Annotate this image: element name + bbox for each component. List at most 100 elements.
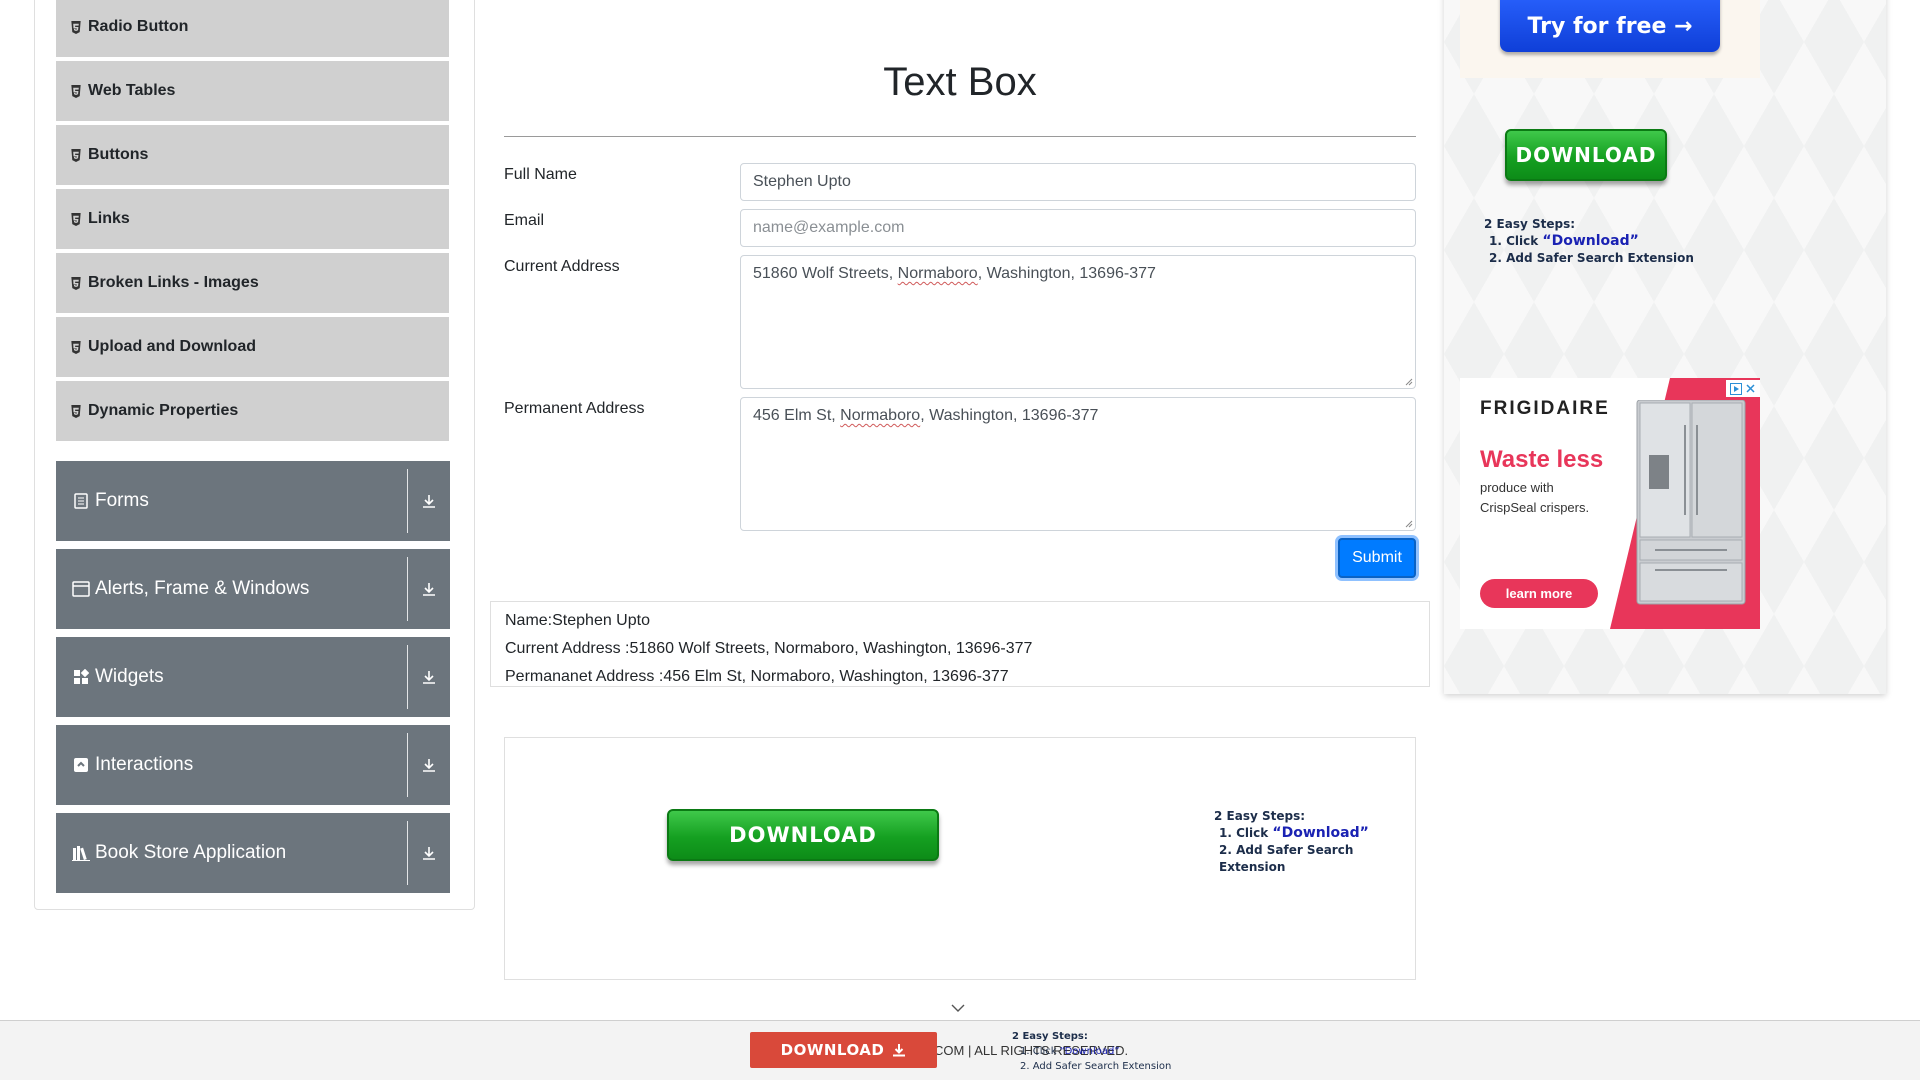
sidebar-item-label: Radio Button [88,18,189,35]
page-title: Text Box [883,60,1037,104]
output-name: Name:Stephen Upto [505,612,650,629]
document-icon [72,492,90,510]
html5-icon [71,404,81,418]
right-ad-steps: 2 Easy Steps: 1. Click “Download” 2. Add… [1484,216,1694,267]
ad-headline: Waste less [1480,446,1604,473]
sidebar-item-label: Upload and Download [88,338,256,355]
close-icon[interactable] [1745,383,1756,394]
sidebar-item-buttons[interactable]: Buttons [56,125,449,185]
ad-body-line: produce with [1480,480,1554,495]
ad-step-link[interactable]: “Download” [1542,233,1638,249]
chevron-down-icon[interactable] [950,1000,966,1016]
sidebar-group-label: Alerts, Frame & Windows [95,578,310,599]
sidebar-group-label: Forms [95,490,149,511]
html5-icon [71,276,81,290]
sidebar-item-label: Dynamic Properties [88,402,239,419]
sidebar-group-label: Book Store Application [95,842,287,863]
sidebar-group-label: Interactions [95,754,194,775]
sidebar-item-dynamic-properties[interactable]: Dynamic Properties [56,381,449,441]
sidebar-item-radio-button[interactable]: Radio Button [56,0,449,57]
ad-body-line: CrispSeal [1480,500,1537,515]
download-arrow-icon[interactable] [408,669,450,685]
banner-ad: DOWNLOAD 2 Easy Steps: 1. Click “Downloa… [504,737,1416,980]
ad-steps-title: 2 Easy Steps: [1214,809,1306,823]
current-address-text: 51860 Wolf Streets, [753,265,898,282]
ad-step-2: 2. Add Safer Search Extension [1489,251,1694,265]
download-arrow-icon[interactable] [408,493,450,509]
current-address-label: Current Address [504,258,620,275]
download-arrow-icon[interactable] [408,845,450,861]
current-address-text: , Washington, 13696-377 [977,265,1156,282]
frigidaire-ad[interactable]: FRIGIDAIRE Waste less produce with Crisp… [1460,378,1760,629]
html5-icon [71,84,81,98]
sidebar-group-label: Widgets [95,666,164,687]
learn-more-button[interactable]: learn more [1480,579,1598,608]
sidebar-item-web-tables[interactable]: Web Tables [56,61,449,121]
email-placeholder: name@example.com [753,219,905,236]
html5-icon [71,20,81,34]
ad-step-link[interactable]: “Download” [1060,1046,1120,1057]
adchoices-icon[interactable] [1726,380,1760,397]
resize-handle-icon[interactable] [1405,378,1413,386]
html5-icon [71,340,81,354]
submit-button[interactable]: Submit [1338,538,1416,578]
full-name-input[interactable]: Stephen Upto [740,163,1416,201]
html5-icon [71,212,81,226]
ad-step-1: 1. Click [1489,234,1543,248]
permanent-address-text: , Washington, 13696-377 [920,407,1099,424]
download-icon [893,1044,906,1057]
frigidaire-logo: FRIGIDAIRE [1480,398,1610,419]
play-icon [1730,382,1742,395]
interactions-icon [72,756,90,774]
output-current-address: Current Address :51860 Wolf Streets, Nor… [505,640,1033,657]
download-arrow-icon[interactable] [408,581,450,597]
permanent-address-textarea[interactable]: 456 Elm St, Normaboro, Washington, 13696… [740,397,1416,531]
sidebar-item-label: Web Tables [88,82,176,99]
permanent-address-label: Permanent Address [504,400,645,417]
sidebar-item-links[interactable]: Links [56,189,449,249]
sidebar-group-book-store[interactable]: Book Store Application [56,813,450,893]
ad-step-2: 2. Add Safer Search Extension [1219,843,1354,874]
sidebar-group-interactions[interactable]: Interactions [56,725,450,805]
try-for-free-button[interactable]: Try for free → [1500,0,1720,52]
full-name-value: Stephen Upto [753,173,851,190]
sidebar-group-alerts[interactable]: Alerts, Frame & Windows [56,549,450,629]
spellcheck-word: Normaboro [897,265,978,282]
html5-icon [71,148,81,162]
full-name-label: Full Name [504,166,577,183]
sidebar-item-label: Links [88,210,130,227]
ad-steps-title: 2 Easy Steps: [1012,1031,1088,1042]
divider [504,136,1416,137]
sidebar-item-upload-download[interactable]: Upload and Download [56,317,449,377]
output-panel: Name:Stephen Upto Current Address :51860… [490,601,1430,687]
permanent-address-text: 456 Elm St, [753,407,841,424]
footer-download-button[interactable]: DOWNLOAD [750,1032,937,1068]
ad-step-2: 2. Add Safer Search Extension [1020,1061,1172,1072]
right-ad-download-button[interactable]: DOWNLOAD [1505,129,1667,181]
ad-step-link[interactable]: “Download” [1272,825,1368,841]
ad-steps-title: 2 Easy Steps: [1484,217,1576,231]
current-address-textarea[interactable]: 51860 Wolf Streets, Normaboro, Washingto… [740,255,1416,389]
footer-download-label: DOWNLOAD [780,1041,885,1059]
ad-download-button[interactable]: DOWNLOAD [667,809,939,861]
sidebar-group-forms[interactable]: Forms [56,461,450,541]
sidebar-item-broken-links[interactable]: Broken Links - Images [56,253,449,313]
ad-body-line: crispers. [1536,500,1590,515]
download-arrow-icon[interactable] [408,757,450,773]
footer-ad-steps: 2 Easy Steps: 1. Click “Download” 2. Add… [1012,1029,1171,1074]
ad-body: produce with CrispSeal crispers. [1480,478,1589,518]
sidebar-group-widgets[interactable]: Widgets [56,637,450,717]
ad-step-1: 1. Click [1020,1046,1060,1057]
spellcheck-word: Normaboro [840,407,921,424]
refrigerator-image [1636,400,1746,605]
widgets-icon [72,668,90,686]
ad-step-1: 1. Click [1219,826,1273,840]
books-icon [72,844,90,862]
resize-handle-icon[interactable] [1405,520,1413,528]
output-permanent-address: Permananet Address :456 Elm St, Normabor… [505,668,1009,685]
email-label: Email [504,212,545,229]
email-input[interactable]: name@example.com [740,209,1416,247]
ad-steps: 2 Easy Steps: 1. Click “Download” 2. Add… [1214,808,1415,876]
sidebar-item-label: Buttons [88,146,149,163]
sidebar-item-label: Broken Links - Images [88,274,259,291]
